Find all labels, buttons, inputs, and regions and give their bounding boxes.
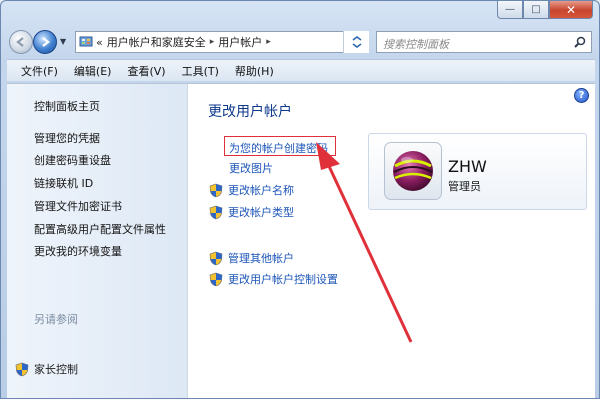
refresh-icon bbox=[352, 36, 361, 48]
uac-shield-icon bbox=[209, 251, 223, 265]
back-arrow-icon bbox=[16, 37, 24, 47]
page-title: 更改用户帐户 bbox=[208, 104, 292, 120]
forward-button[interactable] bbox=[33, 30, 57, 54]
link-label: 管理其他帐户 bbox=[228, 252, 294, 265]
user-role: 管理员 bbox=[448, 180, 481, 193]
change-picture-link[interactable]: 更改图片 bbox=[229, 160, 273, 176]
back-button[interactable] bbox=[9, 30, 33, 54]
user-account-card: ZHW 管理员 bbox=[368, 133, 587, 210]
menu-view[interactable]: 查看(V) bbox=[127, 63, 165, 79]
breadcrumb-item-user-accounts[interactable]: 用户帐户 bbox=[218, 34, 262, 50]
sidebar-item-label: 家长控制 bbox=[34, 363, 78, 376]
breadcrumb-item-family-safety[interactable]: 用户帐户和家庭安全 bbox=[107, 34, 206, 50]
sidebar-item-home[interactable]: 控制面板主页 bbox=[34, 98, 100, 114]
navigation-bar: ▼ « 用户帐户和家庭安全 ▸ 用户帐户 ▸ ▼ 搜索控制面板 bbox=[1, 28, 599, 56]
avatar[interactable] bbox=[384, 142, 442, 200]
user-picture-icon bbox=[393, 151, 433, 191]
menu-file[interactable]: 文件(F) bbox=[21, 63, 58, 79]
uac-shield-icon bbox=[209, 205, 223, 219]
maximize-button[interactable]: □ bbox=[523, 1, 549, 19]
user-name: ZHW bbox=[448, 157, 487, 176]
change-account-name-link[interactable]: 更改帐户名称 bbox=[209, 182, 294, 198]
link-label: 更改帐户类型 bbox=[228, 206, 294, 219]
manage-other-accounts-link[interactable]: 管理其他帐户 bbox=[209, 250, 294, 266]
sidebar-item-online-id[interactable]: 链接联机 ID bbox=[34, 175, 93, 191]
search-icon[interactable] bbox=[573, 35, 587, 52]
link-label: 更改帐户名称 bbox=[228, 184, 294, 197]
link-label: 为您的帐户创建密码 bbox=[229, 142, 328, 155]
menu-bar: 文件(F) 编辑(E) 查看(V) 工具(T) 帮助(H) bbox=[7, 59, 595, 81]
change-account-type-link[interactable]: 更改帐户类型 bbox=[209, 204, 294, 220]
control-panel-window: — □ ✕ ▼ « 用户帐户和家庭安全 ▸ 用户帐户 ▸ ▼ bbox=[0, 0, 600, 399]
refresh-button[interactable] bbox=[343, 31, 369, 53]
breadcrumb: « 用户帐户和家庭安全 ▸ 用户帐户 ▸ bbox=[96, 34, 271, 50]
forward-arrow-icon bbox=[42, 37, 50, 47]
sidebar-item-encryption-certs[interactable]: 管理文件加密证书 bbox=[34, 198, 122, 214]
see-also-heading: 另请参阅 bbox=[34, 313, 78, 326]
uac-settings-link[interactable]: 更改用户帐户控制设置 bbox=[209, 271, 338, 287]
uac-shield-icon bbox=[209, 272, 223, 286]
search-input[interactable]: 搜索控制面板 bbox=[383, 36, 449, 52]
sidebar-item-profile-properties[interactable]: 配置高级用户配置文件属性 bbox=[34, 221, 166, 237]
control-panel-icon bbox=[76, 32, 96, 52]
search-box[interactable]: 搜索控制面板 bbox=[376, 31, 592, 53]
menu-help[interactable]: 帮助(H) bbox=[235, 63, 274, 79]
breadcrumb-separator-icon[interactable]: ▸ bbox=[266, 37, 271, 47]
create-password-link[interactable]: 为您的帐户创建密码 bbox=[229, 140, 328, 156]
recent-pages-dropdown-icon[interactable]: ▼ bbox=[60, 37, 66, 46]
uac-shield-icon bbox=[209, 183, 223, 197]
help-button[interactable]: ? bbox=[574, 88, 589, 103]
sidebar-item-credentials[interactable]: 管理您的凭据 bbox=[34, 130, 100, 146]
menu-edit[interactable]: 编辑(E) bbox=[74, 63, 112, 79]
link-label: 更改用户帐户控制设置 bbox=[228, 273, 338, 286]
minimize-button[interactable]: — bbox=[497, 1, 523, 19]
close-button[interactable]: ✕ bbox=[549, 1, 593, 19]
sidebar-item-reset-disk[interactable]: 创建密码重设盘 bbox=[34, 152, 111, 168]
uac-shield-icon bbox=[15, 362, 29, 376]
link-label: 更改图片 bbox=[229, 162, 273, 175]
caption-buttons: — □ ✕ bbox=[497, 1, 593, 19]
menu-tools[interactable]: 工具(T) bbox=[182, 63, 219, 79]
sidebar: 控制面板主页 管理您的凭据 创建密码重设盘 链接联机 ID 管理文件加密证书 配… bbox=[7, 84, 188, 398]
breadcrumb-overflow[interactable]: « bbox=[96, 36, 103, 49]
address-bar[interactable]: « 用户帐户和家庭安全 ▸ 用户帐户 ▸ ▼ bbox=[75, 31, 369, 53]
content-area: 控制面板主页 管理您的凭据 创建密码重设盘 链接联机 ID 管理文件加密证书 配… bbox=[7, 83, 595, 398]
breadcrumb-separator-icon[interactable]: ▸ bbox=[210, 37, 215, 47]
sidebar-item-environment-variables[interactable]: 更改我的环境变量 bbox=[34, 243, 122, 259]
sidebar-item-parental-controls[interactable]: 家长控制 bbox=[15, 361, 78, 377]
